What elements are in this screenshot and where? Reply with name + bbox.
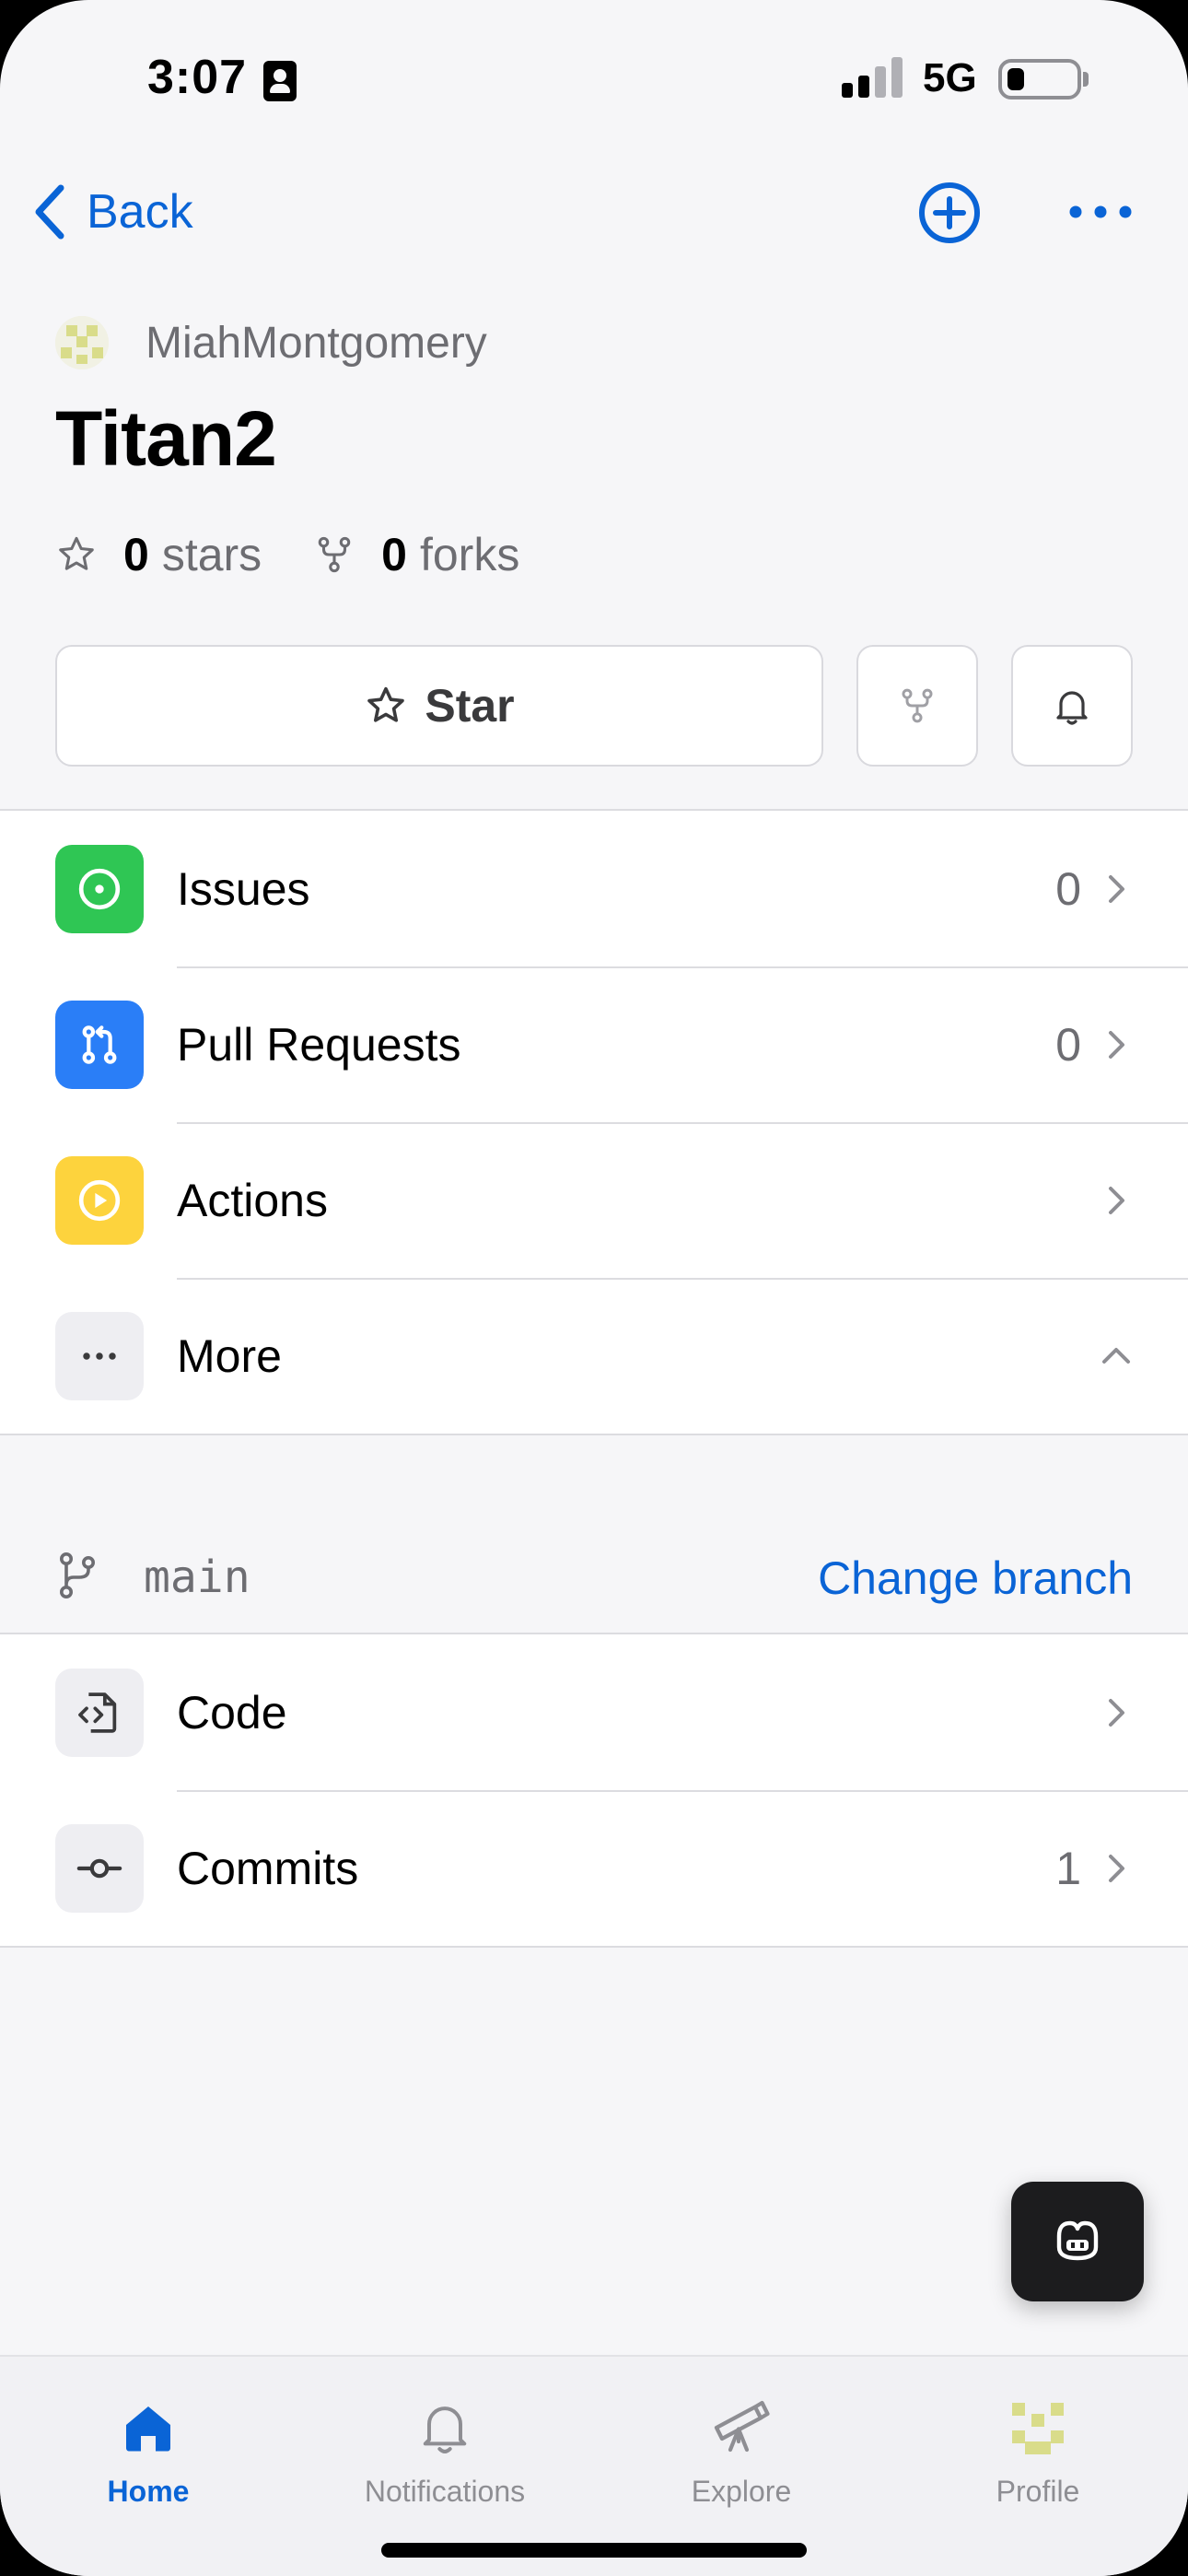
menu-item-actions[interactable]: Actions: [0, 1122, 1188, 1278]
code-menu: Code Commits 1: [0, 1633, 1188, 1948]
network-label: 5G: [923, 55, 977, 100]
tab-notifications[interactable]: Notifications: [297, 2375, 593, 2509]
chevron-left-icon: [35, 184, 64, 240]
copilot-icon: [1056, 2220, 1099, 2261]
bell-icon: [423, 2406, 467, 2453]
branch-icon: [60, 1552, 95, 1598]
screen: 3:07 5G Back MiahMontgomery Titan2 0 sta…: [0, 0, 1188, 2576]
branch-name: main: [144, 1551, 250, 1603]
tab-home-label: Home: [107, 2475, 190, 2508]
issues-count: 0: [1055, 862, 1081, 915]
stars-label: stars: [161, 529, 262, 580]
owner-avatar: [55, 316, 109, 369]
home-icon: [126, 2406, 170, 2452]
forks-count: 0: [381, 529, 407, 580]
branch-bar: main Change branch: [0, 1524, 1188, 1634]
tab-explore[interactable]: Explore: [593, 2375, 890, 2509]
back-label: Back: [87, 185, 193, 239]
repo-title: Titan2: [55, 395, 277, 482]
menu-item-more[interactable]: More: [0, 1278, 1188, 1434]
tab-home[interactable]: Home: [0, 2375, 297, 2509]
home-indicator: [381, 2543, 807, 2558]
commits-label: Commits: [177, 1842, 359, 1894]
pull-request-icon: [55, 1000, 144, 1089]
contact-card-icon: [263, 61, 297, 101]
more-label: More: [177, 1329, 282, 1382]
change-branch-button[interactable]: Change branch: [818, 1551, 1133, 1605]
chevron-up-icon: [1102, 1347, 1130, 1364]
menu-item-issues[interactable]: Issues 0: [0, 811, 1188, 966]
back-button[interactable]: Back: [33, 175, 193, 249]
more-icon[interactable]: [1068, 193, 1133, 230]
issues-icon: [55, 844, 144, 933]
fork-icon: [902, 688, 933, 723]
fork-button[interactable]: [856, 645, 978, 767]
star-icon: [367, 686, 405, 722]
commit-icon: [55, 1823, 144, 1913]
battery-cap: [1083, 72, 1089, 87]
commits-count: 1: [1055, 1842, 1081, 1894]
menu-item-code[interactable]: Code: [0, 1634, 1188, 1790]
watch-button[interactable]: [1011, 645, 1133, 767]
forks-label: forks: [419, 529, 520, 580]
fork-icon: [318, 536, 351, 573]
tab-explore-label: Explore: [691, 2475, 792, 2508]
repo-menu: Issues 0 Pull Requests 0 Actions More: [0, 809, 1188, 1435]
bell-icon: [1056, 691, 1088, 725]
telescope-icon: [714, 2400, 770, 2453]
star-button-label: Star: [425, 680, 515, 732]
pull-requests-label: Pull Requests: [177, 1018, 461, 1071]
repo-stats: 0 stars 0 forks: [55, 525, 519, 584]
owner-name: MiahMontgomery: [146, 318, 487, 368]
tab-notifications-label: Notifications: [364, 2475, 526, 2508]
chevron-right-icon: [1109, 1186, 1124, 1214]
signal-icon: [842, 57, 903, 98]
actions-label: Actions: [177, 1174, 328, 1226]
add-icon[interactable]: [917, 181, 982, 245]
menu-item-commits[interactable]: Commits 1: [0, 1790, 1188, 1946]
actions-icon: [55, 1155, 144, 1245]
menu-item-pull-requests[interactable]: Pull Requests 0: [0, 966, 1188, 1122]
status-time: 3:07: [147, 51, 248, 104]
star-icon: [59, 536, 94, 570]
issues-label: Issues: [177, 862, 310, 915]
chevron-right-icon: [1109, 1698, 1124, 1727]
ellipsis-icon: [55, 1311, 144, 1400]
owner-row[interactable]: MiahMontgomery: [55, 313, 487, 372]
star-button[interactable]: Star: [55, 645, 823, 767]
battery-icon: [998, 59, 1081, 100]
pull-requests-count: 0: [1055, 1018, 1081, 1071]
tab-profile[interactable]: Profile: [890, 2375, 1186, 2509]
chevron-right-icon: [1109, 1030, 1124, 1059]
code-file-icon: [55, 1668, 144, 1757]
chevron-right-icon: [1109, 874, 1124, 903]
tab-profile-label: Profile: [996, 2475, 1080, 2508]
code-label: Code: [177, 1686, 287, 1739]
copilot-button[interactable]: [1011, 2182, 1144, 2301]
stars-count: 0: [123, 529, 149, 580]
avatar-icon: [1012, 2403, 1064, 2454]
chevron-right-icon: [1109, 1854, 1124, 1882]
